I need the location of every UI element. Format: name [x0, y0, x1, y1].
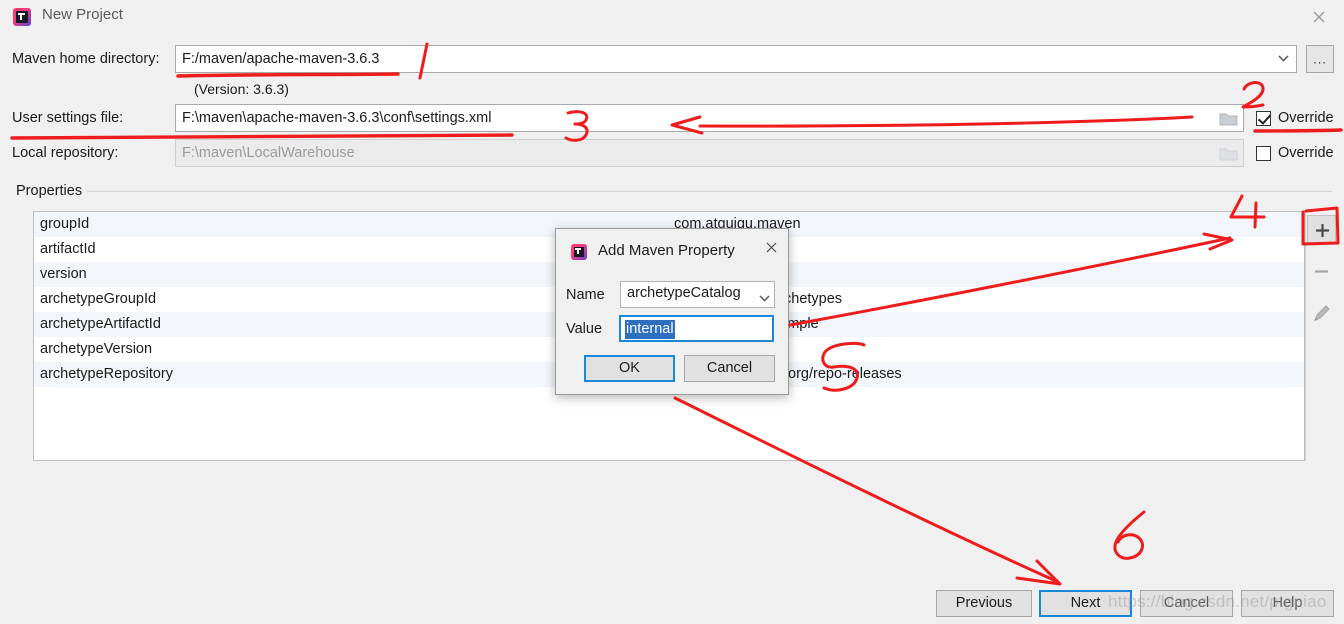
- maven-version-note: (Version: 3.6.3): [194, 81, 289, 97]
- property-value: chetypes: [784, 291, 843, 307]
- dialog-cancel-button[interactable]: Cancel: [684, 355, 775, 382]
- property-key: archetypeRepository: [40, 366, 173, 382]
- close-icon[interactable]: [760, 237, 782, 257]
- intellij-idea-icon: [571, 244, 587, 260]
- local-repository-input[interactable]: F:\maven\LocalWarehouse: [175, 139, 1244, 167]
- user-settings-override-label: Override: [1278, 110, 1334, 126]
- property-key: groupId: [40, 216, 90, 232]
- chevron-down-icon[interactable]: [1270, 46, 1296, 72]
- property-key: artifactId: [40, 241, 96, 257]
- window-title: New Project: [42, 6, 123, 23]
- maven-home-browse-label: ...: [1313, 51, 1327, 67]
- properties-group-divider: [74, 191, 1332, 192]
- local-repository-folder-icon[interactable]: [1213, 140, 1243, 166]
- close-icon[interactable]: [1304, 4, 1334, 30]
- chevron-down-icon: [759, 290, 770, 306]
- add-property-button[interactable]: [1307, 215, 1336, 244]
- local-repository-override-checkbox[interactable]: Override: [1256, 145, 1334, 161]
- maven-home-browse-button[interactable]: ...: [1306, 45, 1334, 73]
- dialog-name-label: Name: [566, 287, 605, 303]
- dialog-name-select[interactable]: archetypeCatalog: [620, 281, 775, 308]
- dialog-ok-button[interactable]: OK: [584, 355, 675, 382]
- dialog-value-input[interactable]: internal: [619, 315, 774, 342]
- maven-home-label: Maven home directory:: [12, 51, 160, 67]
- dialog-name-value: archetypeCatalog: [627, 285, 741, 301]
- properties-group-label: Properties: [12, 183, 87, 199]
- watermark: https://blog.csdn.net/ptgniao: [1108, 592, 1327, 611]
- user-settings-folder-icon[interactable]: [1213, 105, 1243, 131]
- property-value: .org/repo-releases: [784, 366, 902, 382]
- user-settings-input[interactable]: F:\maven\apache-maven-3.6.3\conf\setting…: [175, 104, 1244, 132]
- local-repository-override-label: Override: [1278, 145, 1334, 161]
- remove-property-button[interactable]: [1307, 257, 1336, 286]
- checkbox-checked-icon: [1256, 110, 1271, 126]
- local-repository-label: Local repository:: [12, 145, 119, 161]
- property-key: archetypeVersion: [40, 341, 153, 357]
- properties-toolbar: [1305, 211, 1336, 461]
- edit-property-button[interactable]: [1307, 299, 1336, 328]
- property-key: archetypeArtifactId: [40, 316, 161, 332]
- user-settings-label: User settings file:: [12, 110, 124, 126]
- dialog-value-label: Value: [566, 321, 603, 337]
- maven-home-input[interactable]: F:/maven/apache-maven-3.6.3: [175, 45, 1297, 73]
- dialog-value-text: internal: [625, 320, 675, 339]
- dialog-title: Add Maven Property: [598, 242, 735, 259]
- user-settings-override-checkbox[interactable]: Override: [1256, 110, 1334, 126]
- property-key: archetypeGroupId: [40, 291, 157, 307]
- checkbox-unchecked-icon: [1256, 145, 1271, 161]
- title-bar: New Project: [0, 0, 1344, 34]
- property-value: imple: [784, 316, 819, 332]
- intellij-idea-icon: [13, 8, 31, 26]
- previous-button[interactable]: Previous: [936, 590, 1032, 617]
- property-key: version: [40, 266, 87, 282]
